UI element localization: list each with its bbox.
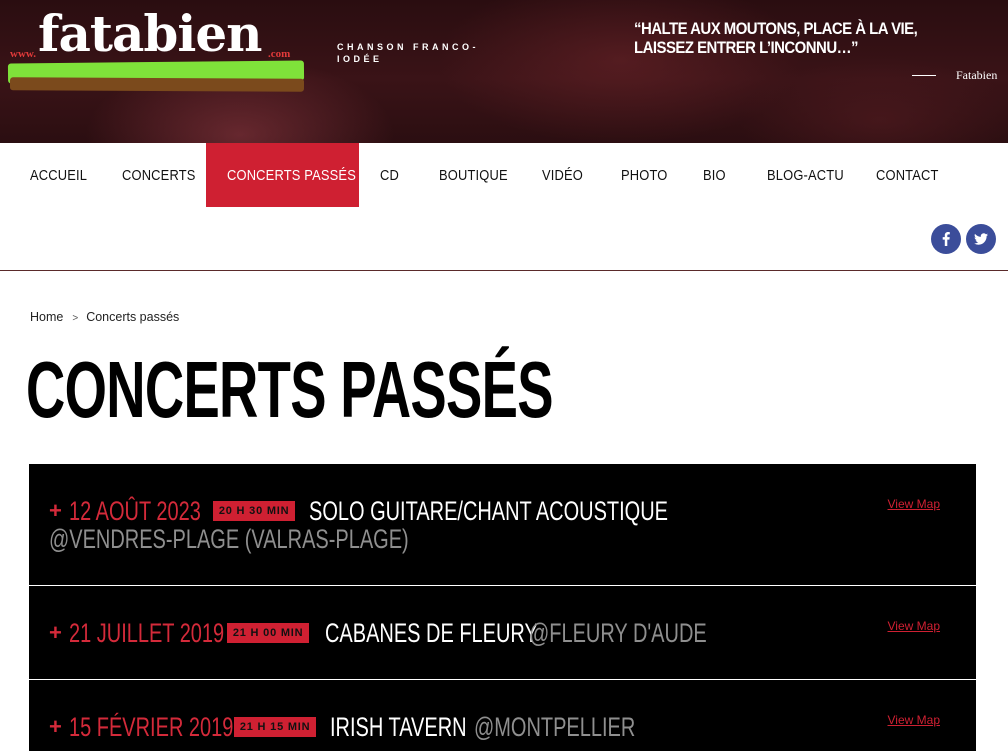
concert-heading: + 15 FÉVRIER 2019 21 H 15 MIN IRISH TAVE… bbox=[49, 711, 692, 743]
nav-item-bio[interactable]: BIO bbox=[703, 143, 726, 207]
breadcrumb-home[interactable]: Home bbox=[30, 310, 63, 324]
concert-title: CABANES DE FLEURY bbox=[325, 618, 539, 648]
nav-divider bbox=[0, 270, 1008, 271]
concert-heading: + 21 JUILLET 2019 21 H 00 MIN CABANES DE… bbox=[49, 617, 770, 649]
nav-item-photo[interactable]: PHOTO bbox=[621, 143, 668, 207]
view-map-link[interactable]: View Map bbox=[888, 713, 940, 727]
view-map-link[interactable]: View Map bbox=[888, 619, 940, 633]
breadcrumb: Home > Concerts passés bbox=[30, 310, 179, 324]
concert-row: + 12 AOÛT 2023 20 H 30 MIN SOLO GUITARE/… bbox=[29, 464, 976, 585]
quote-author-name: Fatabien bbox=[956, 68, 998, 82]
site-header: www. fatabien .com CHANSON FRANCO-IODÉE … bbox=[0, 0, 1008, 143]
concert-title: IRISH TAVERN bbox=[330, 712, 467, 742]
nav-item-blog-actu[interactable]: BLOG-ACTU bbox=[767, 143, 844, 207]
nav-item-cd[interactable]: CD bbox=[380, 143, 399, 207]
logo-prefix: www. bbox=[10, 48, 36, 60]
logo-wordmark: fatabien bbox=[38, 4, 263, 63]
concert-venue: @FLEURY D'AUDE bbox=[529, 618, 708, 648]
concert-time-badge: 21 H 00 MIN bbox=[226, 623, 310, 643]
nav-item-accueil[interactable]: ACCUEIL bbox=[30, 143, 87, 207]
concert-time-badge: 21 H 15 MIN bbox=[233, 717, 317, 737]
twitter-button[interactable] bbox=[966, 224, 996, 254]
nav-item-video[interactable]: VIDÉO bbox=[542, 143, 583, 207]
expand-icon[interactable]: + bbox=[49, 714, 62, 740]
page-title: CONCERTS PASSÉS bbox=[26, 345, 554, 434]
facebook-button[interactable] bbox=[931, 224, 961, 254]
concert-date: 15 FÉVRIER 2019 bbox=[68, 712, 234, 742]
concert-date-wrap: 15 FÉVRIER 2019 bbox=[69, 711, 233, 743]
quote-author: Fatabien bbox=[912, 68, 997, 83]
header-quote: “HALTE AUX MOUTONS, PLACE À LA VIE, LAIS… bbox=[634, 19, 918, 57]
logo-brown-brush bbox=[9, 77, 305, 92]
expand-icon[interactable]: + bbox=[49, 498, 62, 524]
nav-item-contact[interactable]: CONTACT bbox=[876, 143, 939, 207]
main-nav: ACCUEIL CONCERTS CONCERTS PASSÉS CD BOUT… bbox=[0, 143, 1008, 207]
nav-item-concerts-passes[interactable]: CONCERTS PASSÉS bbox=[227, 143, 356, 207]
twitter-icon bbox=[974, 233, 988, 245]
breadcrumb-current: Concerts passés bbox=[86, 310, 180, 324]
concert-venue: @MONTPELLIER bbox=[474, 712, 636, 742]
concert-row: + 21 JUILLET 2019 21 H 00 MIN CABANES DE… bbox=[29, 586, 976, 679]
concert-venue: @VENDRES-PLAGE (VALRAS-PLAGE) bbox=[49, 524, 409, 554]
logo-suffix: .com bbox=[268, 48, 291, 60]
view-map-link[interactable]: View Map bbox=[888, 497, 940, 511]
concert-title-wrap: IRISH TAVERN bbox=[330, 711, 474, 743]
quote-dash bbox=[912, 75, 936, 76]
breadcrumb-separator: > bbox=[72, 313, 79, 324]
facebook-icon bbox=[942, 232, 950, 246]
concert-list: + 12 AOÛT 2023 20 H 30 MIN SOLO GUITARE/… bbox=[29, 464, 976, 751]
concert-venue-line: @VENDRES-PLAGE (VALRAS-PLAGE) bbox=[49, 523, 535, 555]
concert-time-badge: 20 H 30 MIN bbox=[212, 501, 296, 521]
expand-icon[interactable]: + bbox=[49, 620, 62, 646]
site-tagline: CHANSON FRANCO-IODÉE bbox=[337, 42, 479, 64]
nav-item-concerts[interactable]: CONCERTS bbox=[122, 143, 196, 207]
site-logo[interactable]: www. fatabien .com bbox=[6, 4, 306, 96]
concert-row: + 15 FÉVRIER 2019 21 H 15 MIN IRISH TAVE… bbox=[29, 680, 976, 751]
concert-date-wrap: 21 JUILLET 2019 bbox=[68, 617, 225, 649]
nav-item-boutique[interactable]: BOUTIQUE bbox=[439, 143, 508, 207]
concert-date: 21 JUILLET 2019 bbox=[68, 618, 225, 648]
concert-title-wrap: CABANES DE FLEURY bbox=[325, 617, 538, 649]
